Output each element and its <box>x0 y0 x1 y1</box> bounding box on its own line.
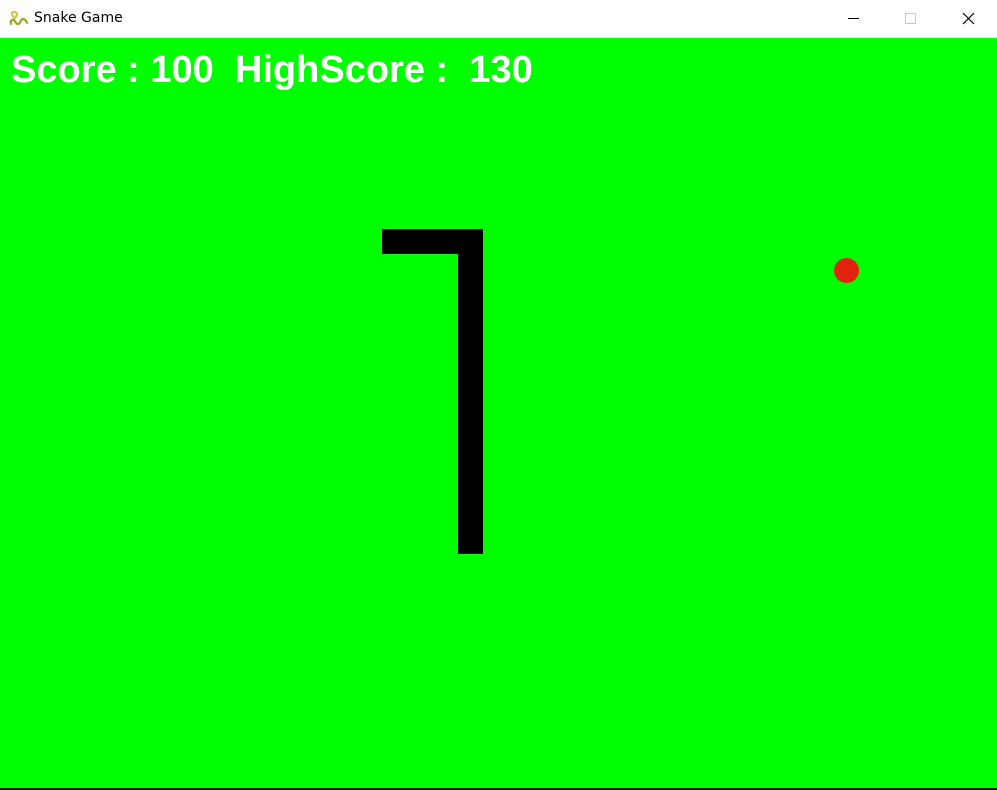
snake-game-window: Snake Game Score : 100 HighScore : 130 <box>0 0 997 790</box>
food-apple <box>834 258 859 283</box>
game-board[interactable] <box>0 38 997 788</box>
hud-spacer <box>214 49 235 91</box>
close-button[interactable] <box>945 0 991 37</box>
highscore-value: 130 <box>469 49 533 91</box>
snake-app-icon <box>9 10 29 27</box>
highscore-label: HighScore : <box>234 49 459 91</box>
title-bar[interactable]: Snake Game <box>0 0 997 38</box>
score-label: Score : <box>11 49 151 91</box>
close-icon <box>962 12 975 25</box>
window-title: Snake Game <box>34 10 123 26</box>
snake-head-segment <box>382 229 458 254</box>
maximize-icon <box>905 13 916 24</box>
hud-spacer <box>459 49 470 91</box>
maximize-button[interactable] <box>887 0 933 37</box>
score-display: Score : 100 HighScore : 130 <box>11 49 533 91</box>
minimize-icon <box>848 18 859 19</box>
minimize-button[interactable] <box>830 0 876 37</box>
snake-body-segment <box>458 229 483 554</box>
score-value: 100 <box>150 49 214 91</box>
